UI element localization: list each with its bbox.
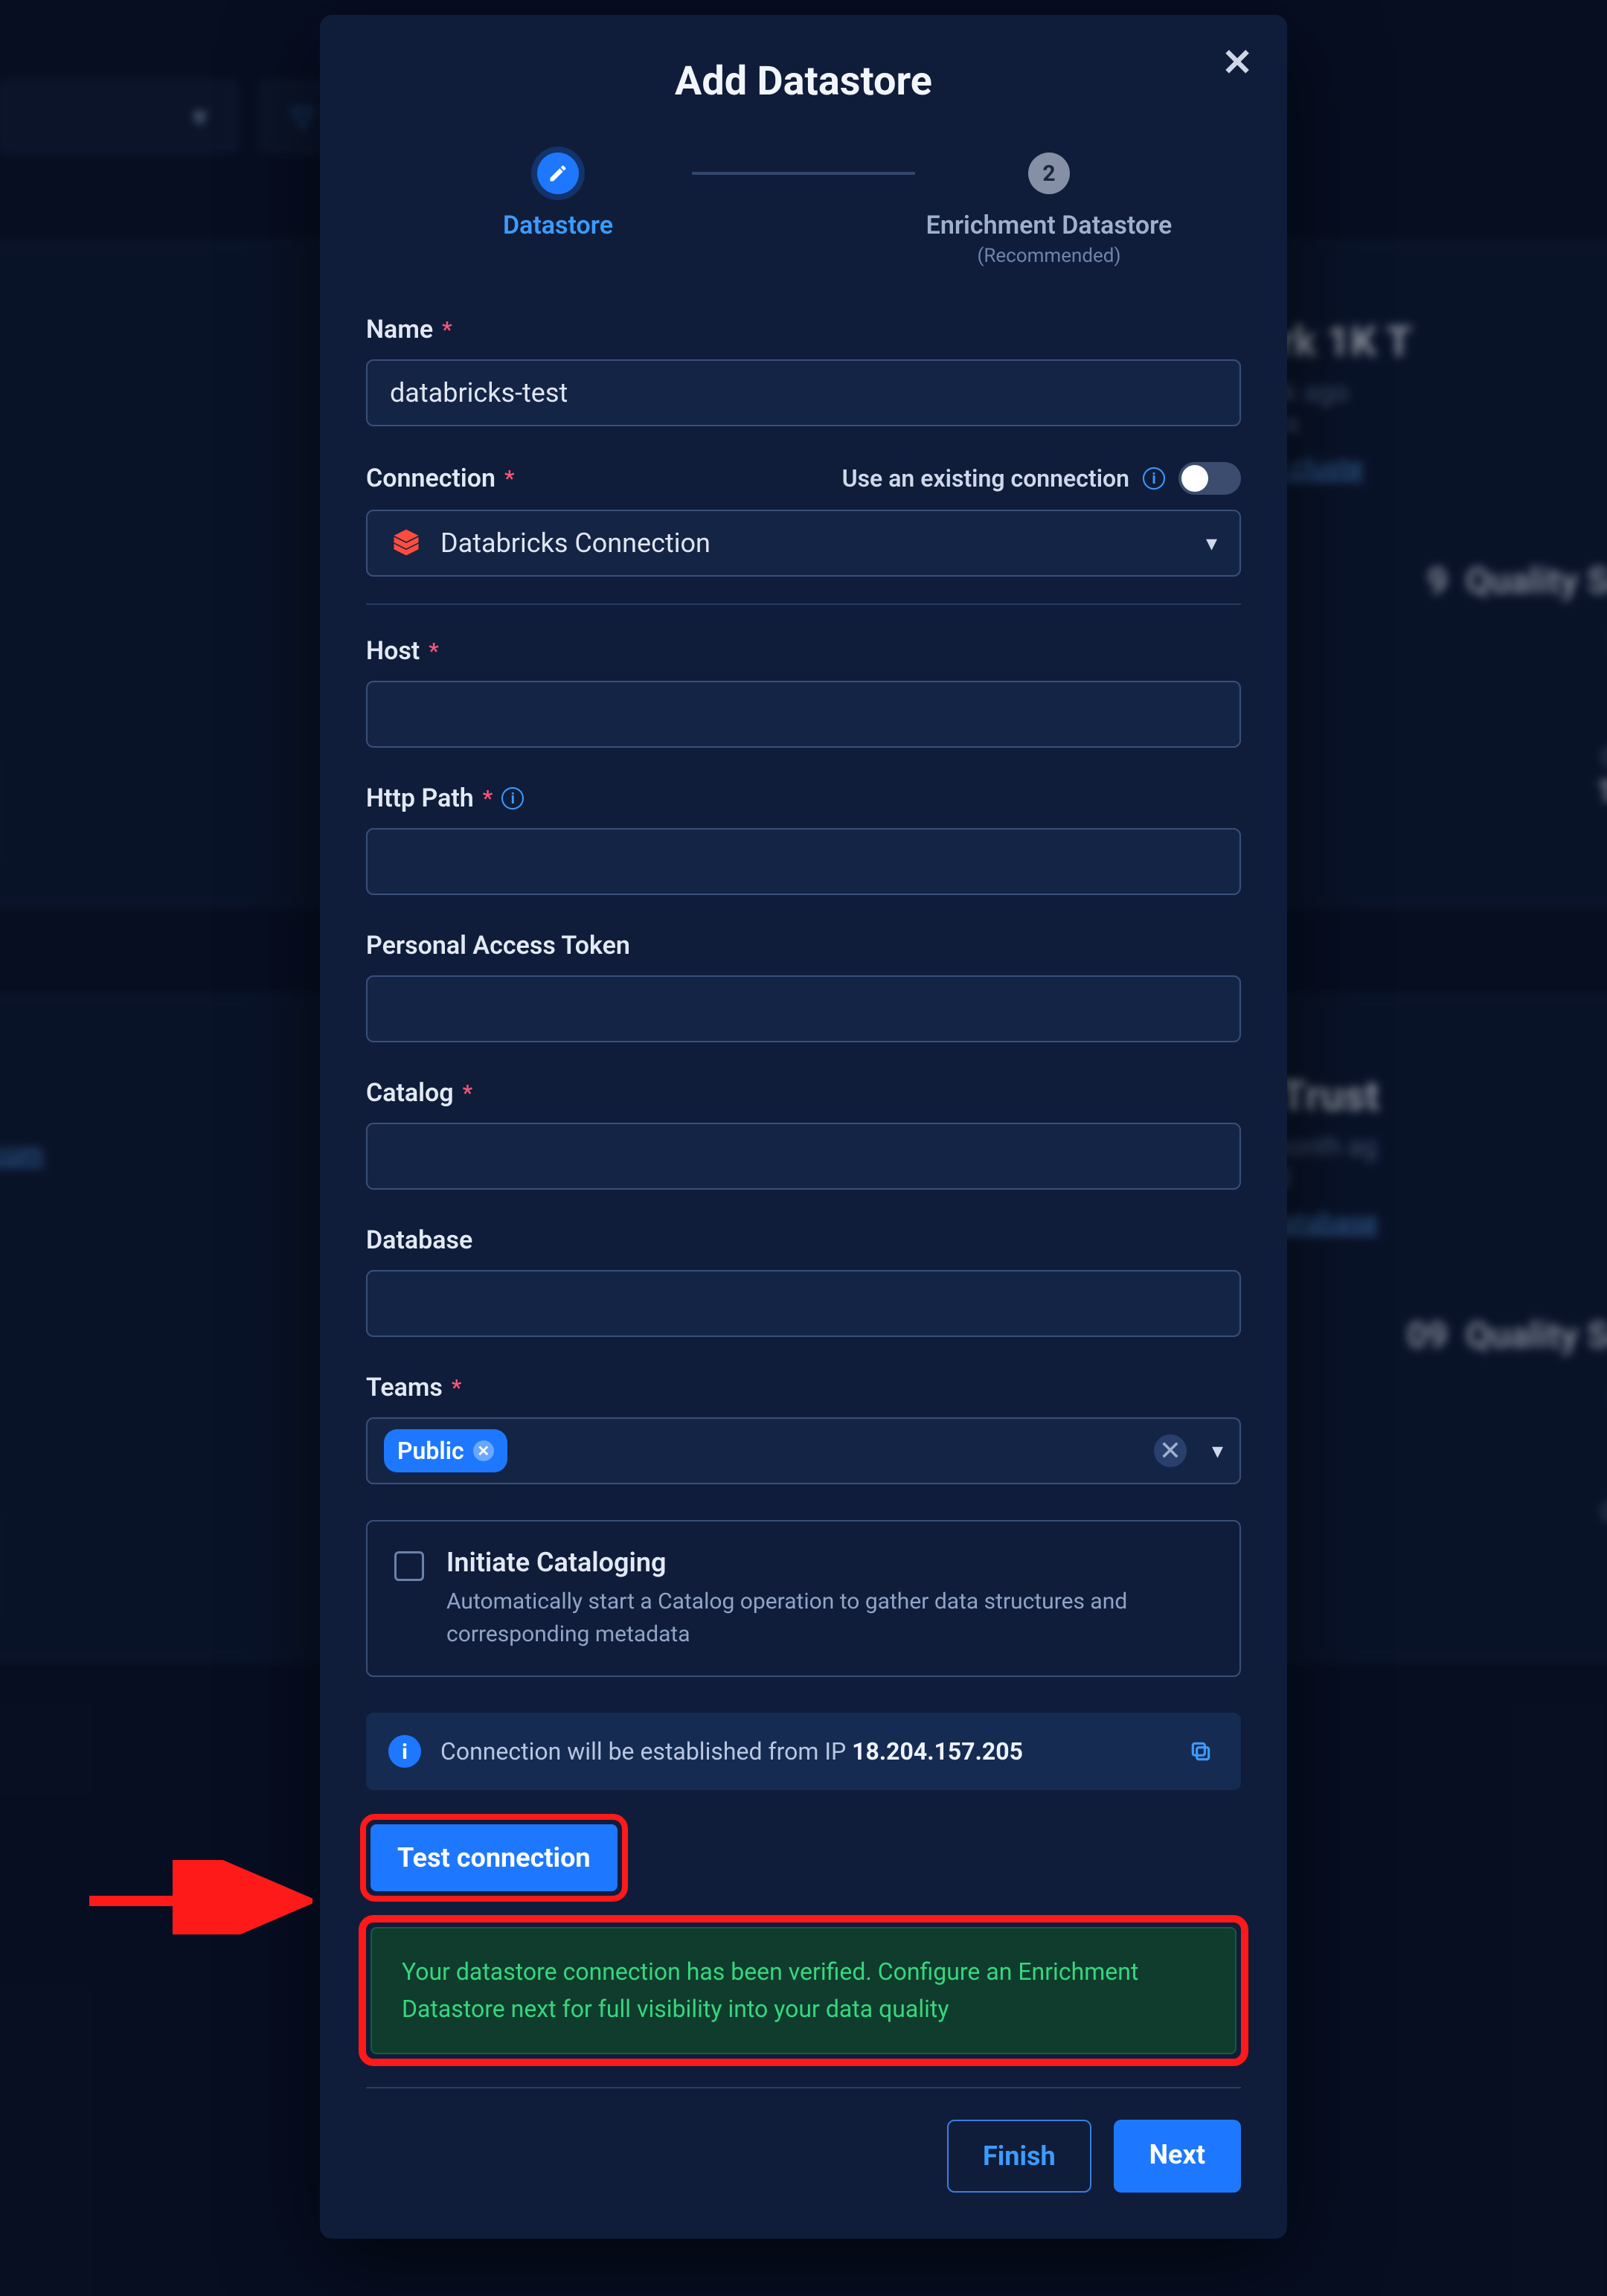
name-input[interactable]: databricks-test	[366, 359, 1241, 426]
http-path-label: Http Path	[366, 783, 474, 813]
stepper: Datastore 2 Enrichment Datastore (Recomm…	[366, 153, 1241, 267]
finish-button[interactable]: Finish	[947, 2120, 1091, 2193]
field-connection: Connection * Use an existing connection …	[366, 462, 1241, 577]
pat-input[interactable]	[366, 975, 1241, 1042]
stepper-line	[692, 172, 915, 175]
step-datastore[interactable]: Datastore	[424, 153, 692, 240]
test-connection-button[interactable]: Test connection	[371, 1824, 618, 1891]
test-connection-row: Test connection	[366, 1820, 1241, 1896]
info-icon[interactable]: i	[1143, 467, 1165, 490]
required-icon: *	[442, 317, 452, 343]
database-label: Database	[366, 1225, 472, 1255]
copy-icon[interactable]	[1183, 1734, 1219, 1769]
chip-label: Public	[397, 1437, 464, 1465]
required-icon: *	[452, 1375, 461, 1401]
database-input[interactable]	[366, 1270, 1241, 1337]
modal-title: Add Datastore	[366, 58, 1241, 105]
required-icon: *	[504, 466, 514, 492]
http-path-input[interactable]	[366, 828, 1241, 895]
step-label: Datastore	[503, 211, 613, 240]
connection-label: Connection	[366, 464, 495, 493]
step-number: 2	[1028, 153, 1070, 194]
existing-connection-label: Use an existing connection	[842, 464, 1129, 493]
info-icon: i	[388, 1735, 421, 1768]
databricks-icon	[390, 527, 423, 559]
connection-value: Databricks Connection	[440, 527, 711, 559]
annotation-arrow-icon	[89, 1860, 312, 1934]
name-label: Name	[366, 315, 433, 344]
existing-connection-toggle[interactable]	[1178, 462, 1241, 495]
divider	[366, 2087, 1241, 2088]
chevron-down-icon: ▾	[1212, 1438, 1223, 1464]
checkbox[interactable]	[394, 1551, 424, 1581]
field-pat: Personal Access Token	[366, 931, 1241, 1042]
chevron-down-icon: ▾	[1206, 530, 1217, 557]
catalog-input[interactable]	[366, 1123, 1241, 1190]
field-initiate-cataloging: Initiate Cataloging Automatically start …	[366, 1520, 1241, 1677]
teams-label: Teams	[366, 1373, 443, 1402]
cataloging-desc: Automatically start a Catalog operation …	[446, 1585, 1213, 1650]
add-datastore-modal: ✕ Add Datastore Datastore 2 Enrichment D…	[320, 15, 1287, 2239]
pat-label: Personal Access Token	[366, 931, 630, 961]
info-icon[interactable]: i	[501, 787, 524, 809]
field-teams: Teams * Public ✕ ✕ ▾	[366, 1373, 1241, 1484]
name-value: databricks-test	[390, 377, 568, 408]
chip-remove-icon[interactable]: ✕	[473, 1440, 494, 1461]
host-label: Host	[366, 636, 420, 666]
close-icon[interactable]: ✕	[1222, 45, 1253, 82]
required-icon: *	[463, 1080, 472, 1106]
info-message: Connection will be established from IP 1…	[440, 1737, 1023, 1766]
field-name: Name * databricks-test	[366, 315, 1241, 426]
cataloging-title: Initiate Cataloging	[446, 1547, 1213, 1578]
pencil-icon	[537, 153, 579, 194]
connection-ip-info: i Connection will be established from IP…	[366, 1713, 1241, 1790]
success-banner: Your datastore connection has been verif…	[371, 1927, 1236, 2054]
next-button[interactable]: Next	[1114, 2120, 1241, 2193]
clear-all-icon[interactable]: ✕	[1154, 1434, 1187, 1467]
required-icon: *	[429, 638, 438, 664]
connection-select[interactable]: Databricks Connection ▾	[366, 510, 1241, 577]
divider	[366, 603, 1241, 605]
teams-select[interactable]: Public ✕ ✕ ▾	[366, 1417, 1241, 1484]
field-host: Host *	[366, 636, 1241, 748]
catalog-label: Catalog	[366, 1078, 454, 1108]
modal-footer: Finish Next	[366, 2120, 1241, 2193]
team-chip-public[interactable]: Public ✕	[384, 1429, 507, 1472]
field-http-path: Http Path * i	[366, 783, 1241, 895]
host-input[interactable]	[366, 681, 1241, 748]
modal-overlay: ✕ Add Datastore Datastore 2 Enrichment D…	[0, 0, 1607, 2296]
required-icon: *	[483, 786, 493, 812]
step-enrichment[interactable]: 2 Enrichment Datastore (Recommended)	[915, 153, 1183, 267]
field-catalog: Catalog *	[366, 1078, 1241, 1190]
field-database: Database	[366, 1225, 1241, 1337]
step-hint: (Recommended)	[977, 245, 1120, 267]
step-label: Enrichment Datastore	[926, 211, 1173, 240]
initiate-cataloging-card[interactable]: Initiate Cataloging Automatically start …	[366, 1520, 1241, 1677]
